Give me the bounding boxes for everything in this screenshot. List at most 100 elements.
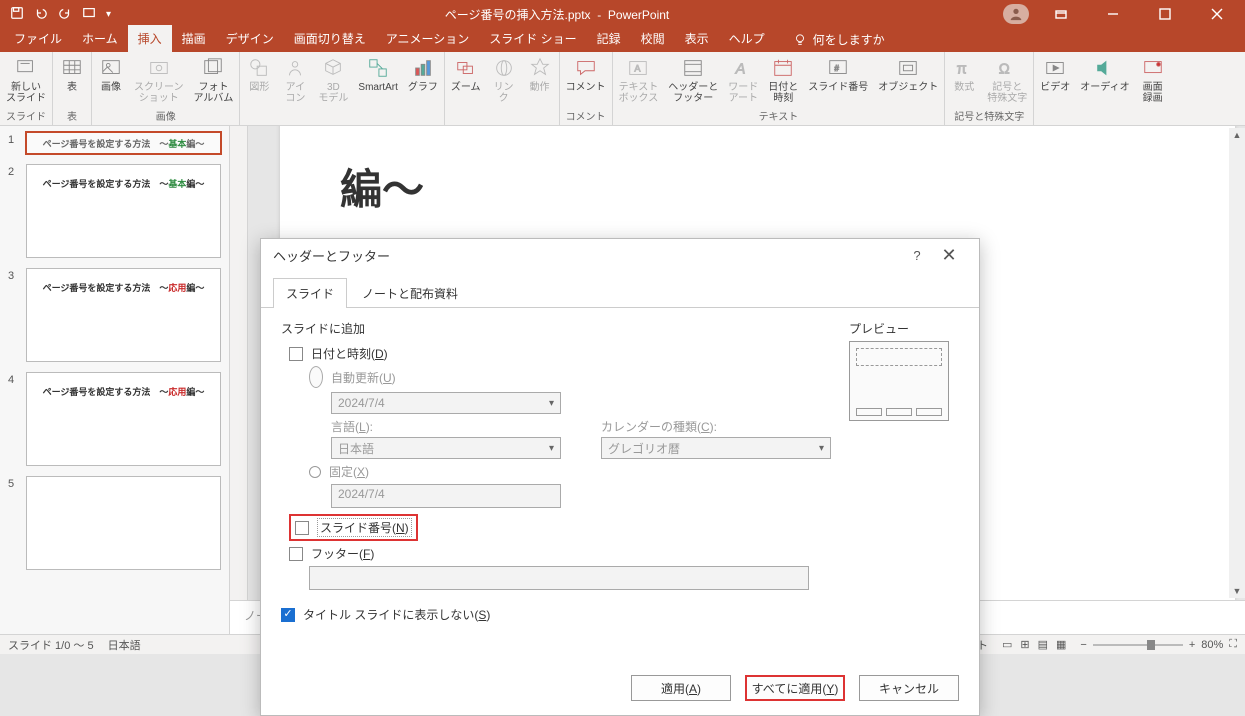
tab-help[interactable]: ヘルプ — [719, 25, 775, 52]
dialog-tab-slide[interactable]: スライド — [273, 278, 347, 308]
group-label-comments: コメント — [562, 108, 610, 125]
zoom-button[interactable]: ズーム — [447, 54, 485, 95]
tab-insert[interactable]: 挿入 — [128, 25, 172, 52]
apply-all-button[interactable]: すべてに適用(Y) — [745, 675, 845, 701]
new-slide-button[interactable]: 新しい スライド — [2, 54, 50, 106]
redo-icon[interactable] — [58, 6, 72, 23]
status-language[interactable]: 日本語 — [108, 637, 141, 653]
group-label-symbols: 記号と特殊文字 — [947, 108, 1031, 125]
view-normal-icon[interactable]: ▭ — [1002, 638, 1012, 651]
icons-button[interactable]: アイ コン — [278, 54, 312, 106]
zoom-in-button[interactable]: + — [1189, 639, 1195, 651]
slide-thumbnail[interactable] — [26, 476, 221, 570]
shapes-button[interactable]: 図形 — [242, 54, 276, 95]
status-slide-counter: スライド 1/0 ～ 5 — [8, 637, 94, 653]
fit-to-window-icon[interactable]: ⛶ — [1229, 638, 1237, 651]
svg-text:A: A — [735, 62, 746, 78]
tab-draw[interactable]: 描画 — [172, 25, 216, 52]
tab-review[interactable]: 校閲 — [631, 25, 675, 52]
zoom-out-button[interactable]: − — [1080, 639, 1086, 651]
object-button[interactable]: オブジェクト — [874, 54, 942, 95]
undo-icon[interactable] — [34, 6, 48, 23]
thumb-number: 4 — [8, 372, 20, 466]
screenshot-button[interactable]: スクリーン ショット — [130, 54, 188, 106]
date-time-button[interactable]: 日付と 時刻 — [764, 54, 802, 106]
slide-thumbnail-pane[interactable]: 1ページ番号を設定する方法 ～基本編～2ページ番号を設定する方法 ～基本編～3ペ… — [0, 126, 230, 634]
thumb-number: 2 — [8, 164, 20, 258]
dropdown-language[interactable]: 日本語▾ — [331, 437, 561, 459]
textbox-button[interactable]: Aテキスト ボックス — [615, 54, 663, 106]
label-calendar-type: カレンダーの種類(C): — [601, 418, 831, 435]
link-button[interactable]: リン ク — [487, 54, 521, 106]
checkbox-hide-on-title[interactable] — [281, 608, 295, 622]
zoom-value[interactable]: 80% — [1201, 639, 1223, 651]
tab-transitions[interactable]: 画面切り替え — [284, 25, 376, 52]
dropdown-date-format[interactable]: 2024/7/4▾ — [331, 392, 561, 414]
audio-button[interactable]: オーディオ — [1076, 54, 1133, 95]
preview-label: プレビュー — [849, 320, 959, 337]
save-icon[interactable] — [10, 6, 24, 23]
symbol-button[interactable]: Ω記号と 特殊文字 — [983, 54, 1031, 106]
scroll-down-icon[interactable]: ▼ — [1230, 584, 1244, 598]
label-hide-on-title: タイトル スライドに表示しない(S) — [303, 606, 490, 623]
slide-thumbnail[interactable]: ページ番号を設定する方法 ～応用編～ — [26, 372, 221, 466]
action-button[interactable]: 動作 — [523, 54, 557, 95]
tab-design[interactable]: デザイン — [216, 25, 284, 52]
wordart-button[interactable]: Aワード アート — [724, 54, 762, 106]
maximize-button[interactable] — [1145, 0, 1185, 28]
tell-me-search[interactable]: 何をしますか — [787, 27, 891, 52]
label-date-time: 日付と時刻(D) — [311, 345, 388, 362]
dropdown-calendar-type[interactable]: グレゴリオ暦▾ — [601, 437, 831, 459]
cancel-button[interactable]: キャンセル — [859, 675, 959, 701]
slide-number-button[interactable]: #スライド番号 — [804, 54, 872, 95]
dialog-tab-notes-handouts[interactable]: ノートと配布資料 — [349, 278, 471, 308]
quick-access-toolbar: ▾ — [10, 6, 111, 23]
dialog-help-button[interactable]: ? — [903, 248, 931, 263]
tab-animations[interactable]: アニメーション — [376, 25, 480, 52]
zoom-slider[interactable] — [1093, 644, 1183, 646]
radio-fixed[interactable] — [309, 466, 321, 478]
pictures-button[interactable]: 画像 — [94, 54, 128, 95]
slide-thumbnail[interactable]: ページ番号を設定する方法 ～応用編～ — [26, 268, 221, 362]
checkbox-date-time[interactable] — [289, 347, 303, 361]
scroll-up-icon[interactable]: ▲ — [1230, 128, 1244, 142]
tab-file[interactable]: ファイル — [4, 25, 72, 52]
tab-home[interactable]: ホーム — [72, 25, 128, 52]
textbox-fixed-date[interactable]: 2024/7/4 — [331, 484, 561, 508]
start-from-beginning-icon[interactable] — [82, 6, 96, 23]
video-button[interactable]: ビデオ — [1036, 54, 1074, 95]
chart-button[interactable]: グラフ — [404, 54, 442, 95]
thumb-title: ページ番号を設定する方法 ～応用編～ — [43, 281, 205, 294]
equation-button[interactable]: π数式 — [947, 54, 981, 95]
screen-recording-button[interactable]: 画面 録画 — [1136, 54, 1170, 106]
minimize-button[interactable] — [1093, 0, 1133, 28]
header-footer-button[interactable]: ヘッダーと フッター — [664, 54, 722, 106]
checkbox-slide-number[interactable] — [295, 521, 309, 535]
photo-album-button[interactable]: フォト アルバム — [190, 54, 238, 106]
tab-slideshow[interactable]: スライド ショー — [479, 25, 586, 52]
radio-auto-update[interactable] — [309, 366, 323, 388]
tab-view[interactable]: 表示 — [675, 25, 719, 52]
view-sorter-icon[interactable]: ⊞ — [1020, 638, 1029, 651]
account-avatar[interactable] — [1003, 4, 1029, 24]
textbox-footer[interactable] — [309, 566, 809, 590]
ribbon-display-options-icon[interactable] — [1041, 0, 1081, 28]
smartart-button[interactable]: SmartArt — [354, 54, 401, 95]
apply-button[interactable]: 適用(A) — [631, 675, 731, 701]
slide-thumbnail[interactable]: ページ番号を設定する方法 ～基本編～ — [26, 132, 221, 154]
view-reading-icon[interactable]: ▤ — [1038, 638, 1048, 651]
thumb-title: ページ番号を設定する方法 ～基本編～ — [43, 137, 205, 150]
table-button[interactable]: 表 — [55, 54, 89, 95]
close-button[interactable] — [1197, 0, 1237, 28]
view-slideshow-icon[interactable]: ▦ — [1056, 638, 1066, 651]
thumb-title: ページ番号を設定する方法 ～基本編～ — [43, 177, 205, 190]
svg-text:π: π — [957, 62, 967, 78]
slide-thumbnail[interactable]: ページ番号を設定する方法 ～基本編～ — [26, 164, 221, 258]
tab-record[interactable]: 記録 — [587, 25, 631, 52]
comment-button[interactable]: コメント — [562, 54, 610, 95]
group-label-text: テキスト — [615, 108, 943, 125]
vertical-scrollbar[interactable]: ▲ ▼ — [1229, 128, 1245, 598]
3d-models-button[interactable]: 3D モデル — [314, 54, 352, 106]
checkbox-footer[interactable] — [289, 547, 303, 561]
dialog-close-button[interactable]: ✕ — [931, 245, 967, 266]
